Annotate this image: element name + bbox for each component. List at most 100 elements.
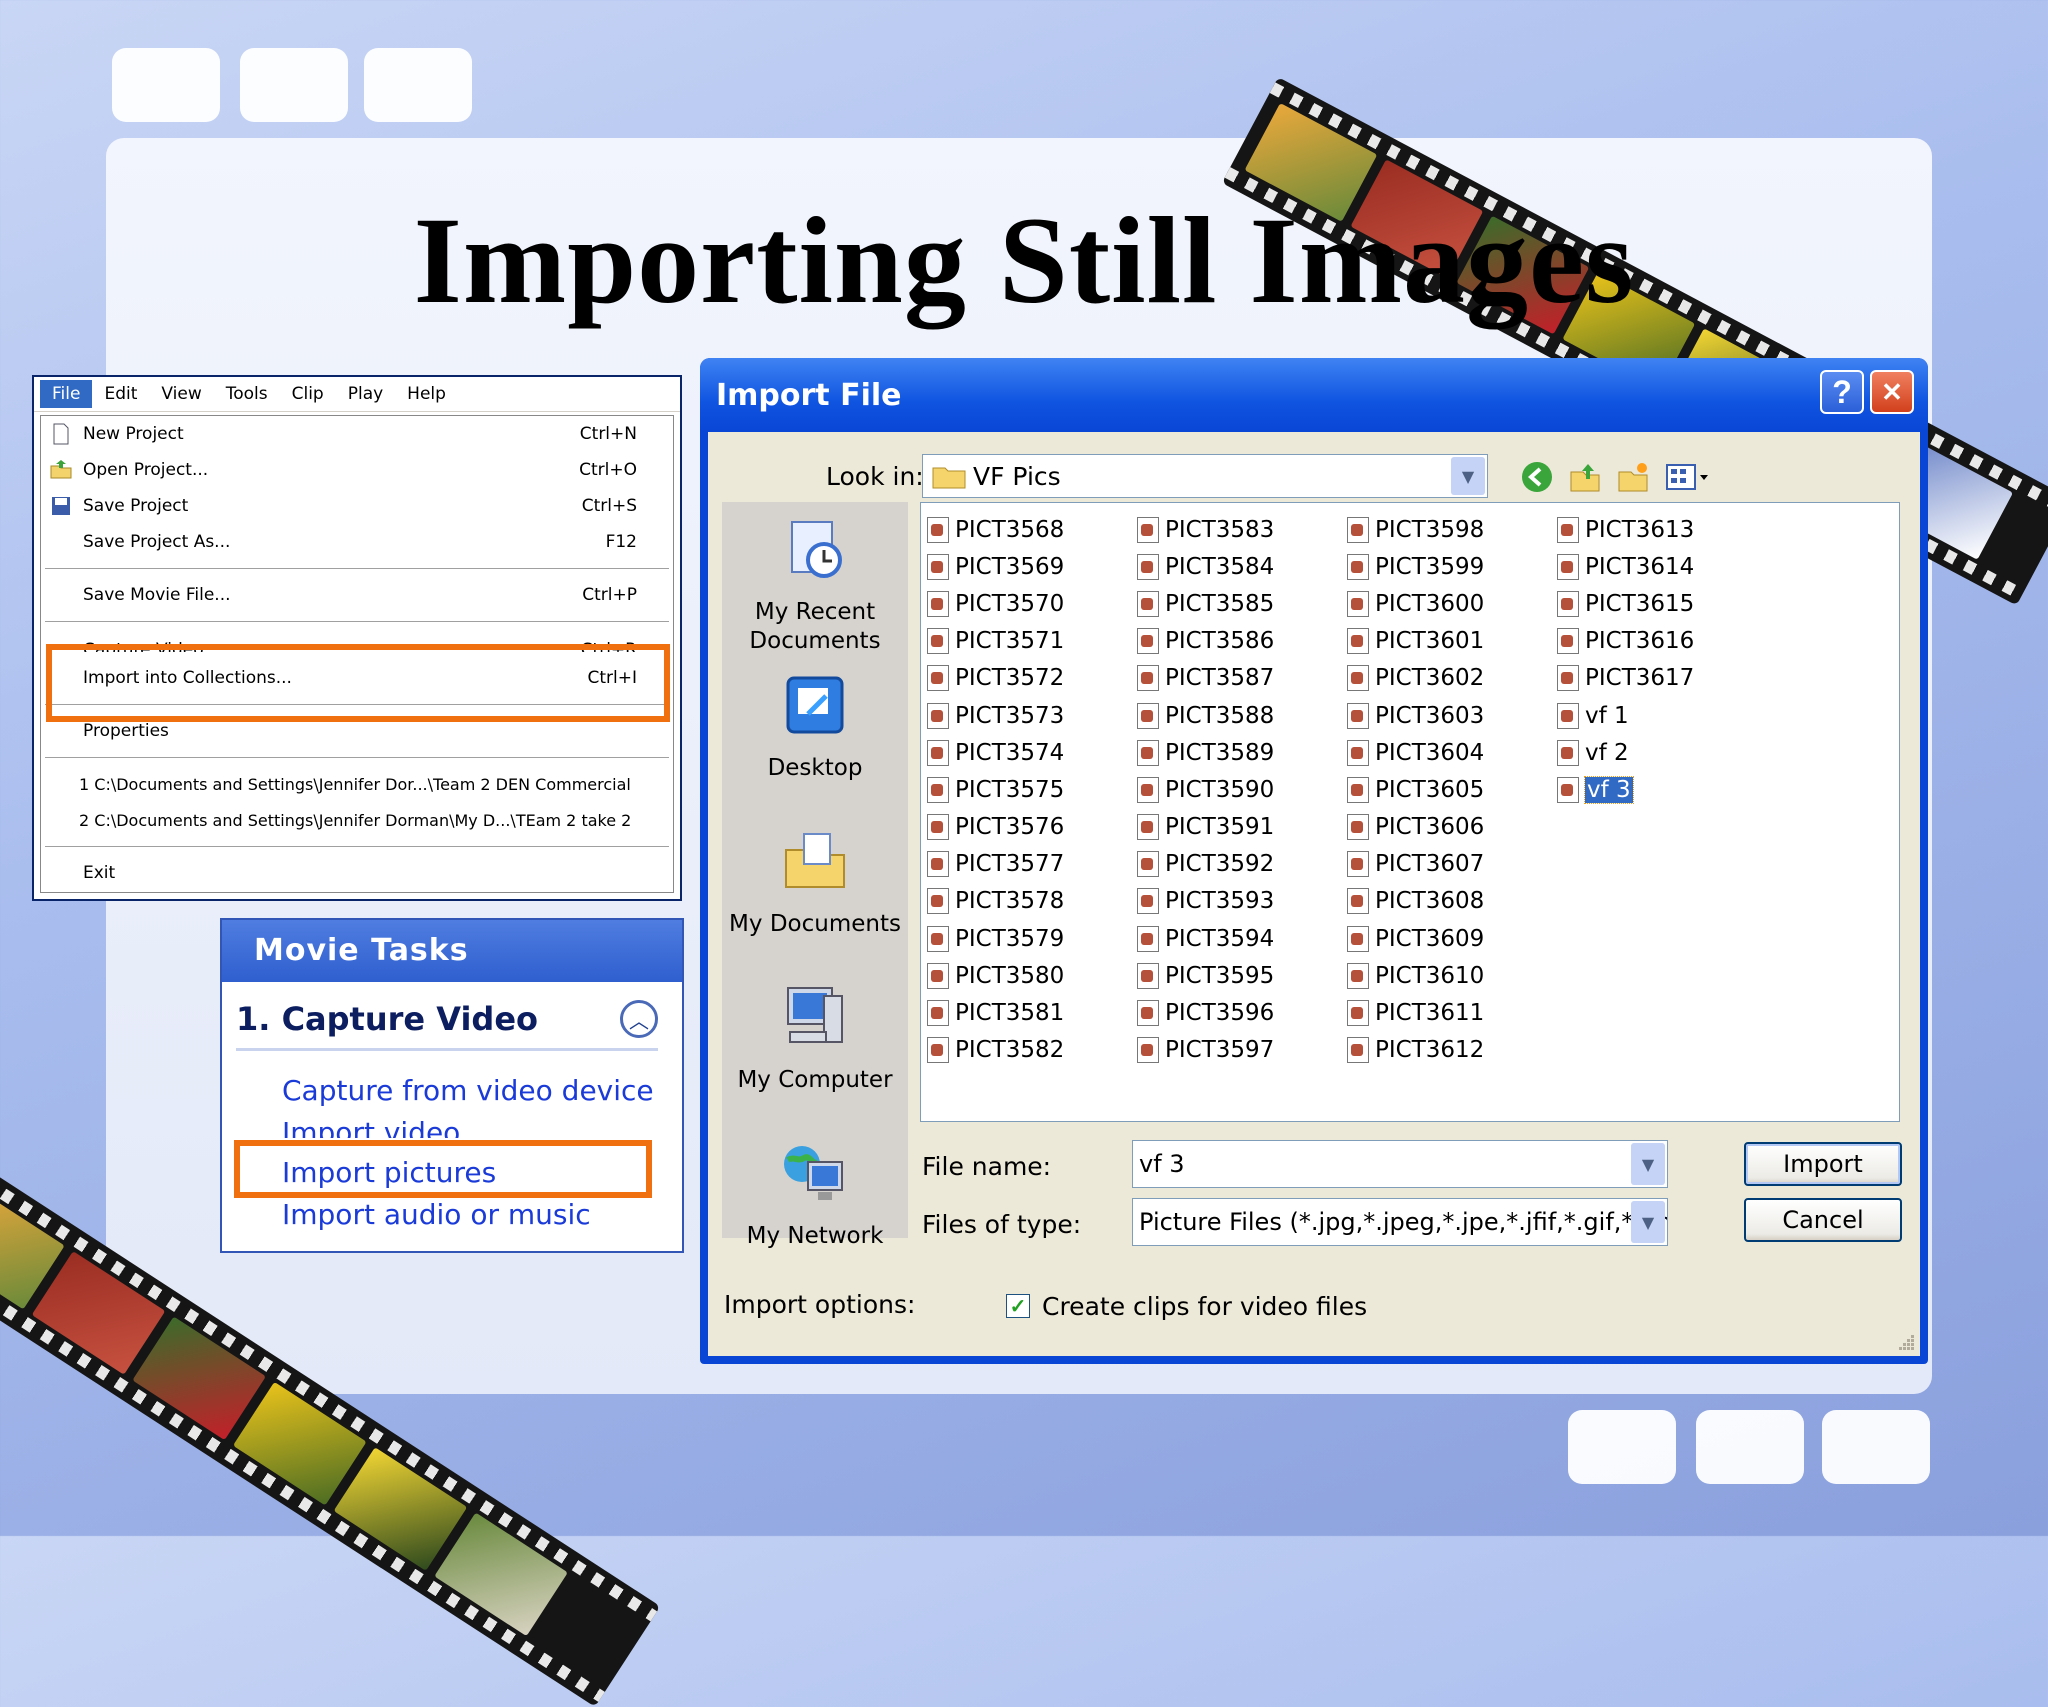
file-item[interactable]: PICT3613 — [1557, 511, 1694, 548]
create-clips-label[interactable]: Create clips for video files — [1042, 1292, 1367, 1321]
file-item[interactable]: PICT3614 — [1557, 548, 1694, 585]
menu-file[interactable]: File — [40, 380, 93, 408]
file-item[interactable]: PICT3582 — [927, 1032, 1064, 1069]
file-item[interactable]: vf 1 — [1557, 697, 1694, 734]
file-item[interactable]: PICT3607 — [1347, 846, 1484, 883]
menu-item-save-movie[interactable]: Save Movie File... Ctrl+P — [41, 577, 673, 613]
file-item[interactable]: PICT3611 — [1347, 994, 1484, 1031]
file-item[interactable]: PICT3579 — [927, 920, 1064, 957]
menu-clip[interactable]: Clip — [280, 380, 336, 408]
file-item[interactable]: PICT3608 — [1347, 883, 1484, 920]
file-item[interactable]: PICT3581 — [927, 994, 1064, 1031]
menu-item-save-project[interactable]: Save Project Ctrl+S — [41, 488, 673, 524]
cancel-button[interactable]: Cancel — [1744, 1198, 1902, 1242]
image-file-icon — [1137, 888, 1159, 915]
menu-item-new-project[interactable]: New Project Ctrl+N — [41, 416, 673, 452]
menu-item-recent-1[interactable]: 1 C:\Documents and Settings\Jennifer Dor… — [41, 766, 673, 802]
help-button[interactable]: ? — [1820, 370, 1864, 414]
file-item[interactable]: PICT3599 — [1347, 548, 1484, 585]
menu-item-exit[interactable]: Exit — [41, 855, 673, 891]
look-in-dropdown[interactable]: VF Pics ▼ — [922, 454, 1488, 498]
file-item[interactable]: PICT3578 — [927, 883, 1064, 920]
file-item[interactable]: PICT3568 — [927, 511, 1064, 548]
file-item[interactable]: PICT3610 — [1347, 957, 1484, 994]
up-folder-icon[interactable] — [1566, 458, 1604, 496]
file-name-input[interactable]: vf 3 ▼ — [1132, 1140, 1668, 1188]
file-item[interactable]: PICT3605 — [1347, 771, 1484, 808]
back-arrow-icon[interactable] — [1518, 458, 1556, 496]
file-item[interactable]: PICT3587 — [1137, 660, 1274, 697]
place-recent-documents[interactable]: My Recent Documents — [722, 514, 908, 656]
dropdown-arrow-icon[interactable]: ▼ — [1451, 457, 1485, 495]
file-item[interactable]: PICT3592 — [1137, 846, 1274, 883]
close-button[interactable]: ✕ — [1870, 370, 1914, 414]
capture-video-section[interactable]: 1. Capture Video ︿ — [236, 1000, 658, 1051]
file-item[interactable]: PICT3586 — [1137, 623, 1274, 660]
file-item[interactable]: PICT3601 — [1347, 623, 1484, 660]
file-item[interactable]: vf 3 — [1557, 771, 1694, 808]
file-item[interactable]: PICT3606 — [1347, 809, 1484, 846]
file-item[interactable]: PICT3602 — [1347, 660, 1484, 697]
file-item[interactable]: PICT3576 — [927, 809, 1064, 846]
file-item[interactable]: PICT3616 — [1557, 623, 1694, 660]
link-capture-from-device[interactable]: Capture from video device — [282, 1074, 654, 1107]
place-my-network[interactable]: My Network — [722, 1138, 908, 1251]
link-import-audio[interactable]: Import audio or music — [282, 1198, 591, 1231]
collapse-chevron-icon[interactable]: ︿ — [620, 1000, 658, 1038]
file-item[interactable]: PICT3593 — [1137, 883, 1274, 920]
place-desktop[interactable]: Desktop — [722, 670, 908, 783]
file-item[interactable]: PICT3585 — [1137, 585, 1274, 622]
file-item[interactable]: PICT3598 — [1347, 511, 1484, 548]
menu-view[interactable]: View — [149, 380, 213, 408]
menu-item-save-project-as[interactable]: Save Project As... F12 — [41, 524, 673, 560]
file-item[interactable]: PICT3570 — [927, 585, 1064, 622]
file-item[interactable]: PICT3580 — [927, 957, 1064, 994]
place-my-documents[interactable]: My Documents — [722, 826, 908, 939]
dropdown-arrow-icon[interactable]: ▼ — [1631, 1143, 1665, 1185]
file-item[interactable]: PICT3603 — [1347, 697, 1484, 734]
file-item[interactable]: PICT3615 — [1557, 585, 1694, 622]
file-item[interactable]: PICT3575 — [927, 771, 1064, 808]
file-item[interactable]: PICT3584 — [1137, 548, 1274, 585]
file-item[interactable]: PICT3577 — [927, 846, 1064, 883]
menu-tools[interactable]: Tools — [214, 380, 280, 408]
file-item[interactable]: PICT3609 — [1347, 920, 1484, 957]
image-file-icon — [927, 962, 949, 989]
menu-item-recent-2[interactable]: 2 C:\Documents and Settings\Jennifer Dor… — [41, 802, 673, 838]
menu-item-open-project[interactable]: Open Project... Ctrl+O — [41, 452, 673, 488]
file-item[interactable]: PICT3617 — [1557, 660, 1694, 697]
file-item[interactable]: PICT3612 — [1347, 1032, 1484, 1069]
file-item[interactable]: PICT3595 — [1137, 957, 1274, 994]
file-item[interactable]: PICT3574 — [927, 734, 1064, 771]
new-folder-icon[interactable] — [1614, 458, 1652, 496]
file-item[interactable]: PICT3594 — [1137, 920, 1274, 957]
resize-grip-icon[interactable] — [1896, 1332, 1916, 1352]
file-item[interactable]: PICT3590 — [1137, 771, 1274, 808]
file-item[interactable]: PICT3571 — [927, 623, 1064, 660]
menu-play[interactable]: Play — [336, 380, 395, 408]
dropdown-arrow-icon[interactable]: ▼ — [1631, 1201, 1665, 1243]
menu-item-label: New Project — [83, 424, 184, 444]
file-item[interactable]: PICT3604 — [1347, 734, 1484, 771]
file-list[interactable]: PICT3568 PICT3569 PICT3570 PICT3571 PICT3572… — [920, 502, 1900, 1122]
file-item[interactable]: PICT3583 — [1137, 511, 1274, 548]
file-item[interactable]: PICT3597 — [1137, 1032, 1274, 1069]
file-item[interactable]: PICT3600 — [1347, 585, 1484, 622]
file-item[interactable]: PICT3588 — [1137, 697, 1274, 734]
file-item[interactable]: PICT3573 — [927, 697, 1064, 734]
file-item[interactable]: vf 2 — [1557, 734, 1694, 771]
file-type-select[interactable]: Picture Files (*.jpg,*.jpeg,*.jpe,*.jfif… — [1132, 1198, 1668, 1246]
import-button[interactable]: Import — [1744, 1142, 1902, 1186]
menu-edit[interactable]: Edit — [92, 380, 149, 408]
file-item[interactable]: PICT3589 — [1137, 734, 1274, 771]
place-my-computer[interactable]: My Computer — [722, 982, 908, 1095]
file-item[interactable]: PICT3596 — [1137, 994, 1274, 1031]
place-label: My Network — [746, 1223, 884, 1249]
file-item[interactable]: PICT3572 — [927, 660, 1064, 697]
link-import-video[interactable]: Import video — [282, 1116, 460, 1138]
menu-help[interactable]: Help — [395, 380, 458, 408]
create-clips-checkbox[interactable]: ✓ — [1006, 1294, 1030, 1318]
file-item[interactable]: PICT3569 — [927, 548, 1064, 585]
file-item[interactable]: PICT3591 — [1137, 809, 1274, 846]
view-menu-icon[interactable] — [1662, 458, 1716, 496]
